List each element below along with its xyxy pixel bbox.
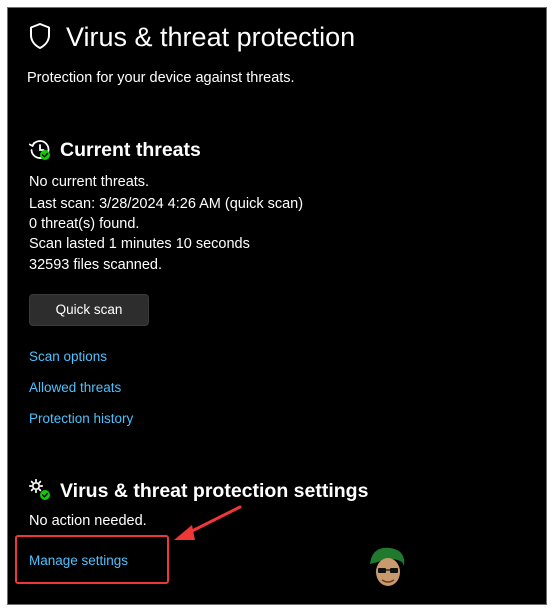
last-scan-text: Last scan: 3/28/2024 4:26 AM (quick scan… <box>29 196 304 212</box>
virus-threat-protection-panel: Virus & threat protection Protection for… <box>7 7 547 605</box>
scan-options-link[interactable]: Scan options <box>29 348 107 366</box>
scan-history-icon <box>28 140 50 160</box>
page-subtitle: Protection for your device against threa… <box>27 70 295 86</box>
allowed-threats-link[interactable]: Allowed threats <box>29 379 121 397</box>
annotation-arrow <box>174 505 242 540</box>
protection-history-link[interactable]: Protection history <box>29 410 133 428</box>
shield-icon <box>30 23 50 49</box>
highlight-box <box>15 535 169 584</box>
threats-found-text: 0 threat(s) found. <box>29 216 140 232</box>
settings-heading: Virus & threat protection settings <box>60 480 369 502</box>
files-scanned-text: 32593 files scanned. <box>29 257 163 273</box>
page-title: Virus & threat protection <box>66 22 356 52</box>
quick-scan-button[interactable]: Quick scan <box>29 294 149 326</box>
threat-status-text: No current threats. <box>29 174 150 190</box>
settings-gears-icon <box>28 478 50 500</box>
settings-status-text: No action needed. <box>29 513 147 529</box>
scan-duration-text: Scan lasted 1 minutes 10 seconds <box>29 236 250 252</box>
avatar-watermark <box>370 547 405 586</box>
current-threats-heading: Current threats <box>60 139 201 161</box>
